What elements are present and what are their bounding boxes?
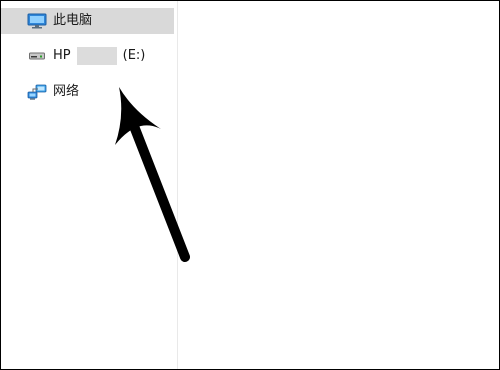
drive-icon <box>29 51 45 61</box>
nav-item-label: 网络 <box>53 84 80 99</box>
nav-item-drive-e[interactable]: HP (E:) <box>1 43 174 69</box>
network-icon <box>27 83 47 101</box>
nav-item-this-pc[interactable]: 此电脑 <box>1 8 174 34</box>
redacted-region <box>76 47 117 65</box>
content-pane[interactable] <box>178 1 499 369</box>
drive-letter-label: (E:) <box>122 48 146 63</box>
computer-icon <box>27 13 47 29</box>
explorer-window: 此电脑 HP (E:) 网络 <box>0 0 500 370</box>
nav-item-label: 此电脑 <box>53 13 93 28</box>
navigation-pane[interactable]: 此电脑 HP (E:) 网络 <box>1 1 178 369</box>
nav-item-network[interactable]: 网络 <box>1 79 174 105</box>
nav-item-label: HP <box>53 48 71 63</box>
